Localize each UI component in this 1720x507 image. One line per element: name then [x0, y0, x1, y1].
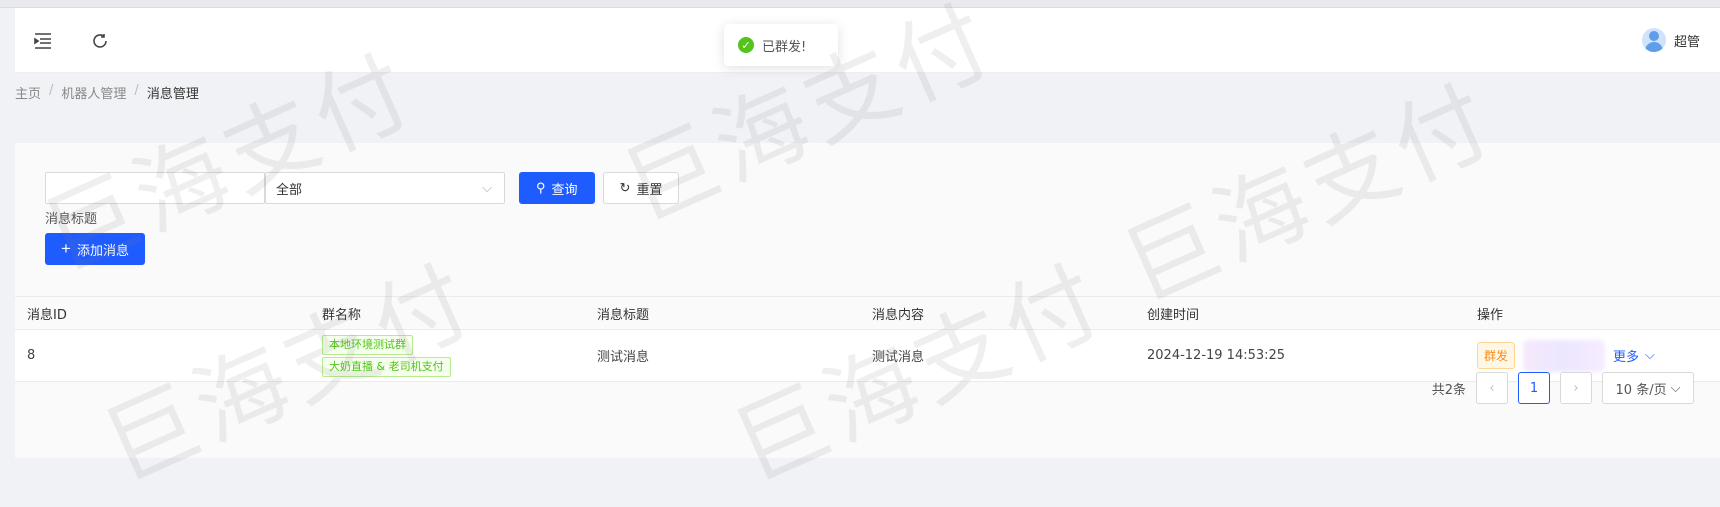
pagination: 共2条 ‹ 1 › 10 条/页 ⌵ [1432, 372, 1694, 404]
search-icon: ⚲ [536, 180, 546, 195]
user-menu[interactable]: 超管 [1641, 28, 1700, 52]
more-label: 更多 [1613, 350, 1640, 365]
user-name: 超管 [1673, 34, 1700, 50]
content-card: 全部 ⌵ ⚲ 查询 ↻ 重置 消息标题 + 添加消息 消息ID 群名称 消息标题… [15, 143, 1720, 458]
top-border [0, 0, 1720, 8]
cell-content: 测试消息 [860, 329, 1135, 382]
total-count: 共2条 [1431, 382, 1466, 398]
add-message-button[interactable]: + 添加消息 [45, 233, 145, 265]
check-circle-icon: ✓ [738, 37, 754, 53]
menu-collapse-icon[interactable] [30, 28, 56, 54]
top-header: 超管 [15, 8, 1720, 73]
breadcrumb: 主页 / 机器人管理 / 消息管理 [15, 83, 199, 102]
message-title-input[interactable] [45, 172, 265, 204]
breadcrumb-separator: / [49, 83, 54, 98]
chevron-down-icon: ⌵ [482, 180, 492, 196]
avatar [1641, 28, 1666, 52]
chevron-down-icon: ⌵ [1645, 348, 1655, 363]
search-form: 全部 ⌵ ⚲ 查询 ↻ 重置 [45, 172, 680, 204]
column-header-content: 消息内容 [860, 296, 1135, 330]
message-table: 消息ID 群名称 消息标题 消息内容 创建时间 操作 8 本地环境测试群 大奶直… [15, 296, 1720, 382]
column-header-actions: 操作 [1465, 296, 1720, 330]
type-select-value: 全部 [276, 182, 303, 198]
page-number-button[interactable]: 1 [1518, 372, 1550, 404]
broadcast-button[interactable]: 群发 [1477, 342, 1516, 369]
column-header-title: 消息标题 [585, 296, 860, 330]
page-size-value: 10 条/页 [1615, 382, 1667, 398]
group-tag: 大奶直播 & 老司机支付 [322, 356, 451, 377]
table-header-row: 消息ID 群名称 消息标题 消息内容 创建时间 操作 [15, 296, 1720, 330]
cell-title: 测试消息 [585, 329, 860, 382]
breadcrumb-current: 消息管理 [146, 87, 199, 102]
add-message-label: 添加消息 [76, 242, 129, 258]
more-dropdown[interactable]: 更多 ⌵ [1613, 346, 1655, 365]
plus-icon: + [61, 239, 71, 258]
toast-message: 已群发! [762, 39, 807, 55]
query-button-label: 查询 [551, 181, 578, 197]
page-size-select[interactable]: 10 条/页 ⌵ [1602, 372, 1694, 404]
refresh-icon: ↻ [619, 180, 631, 195]
refresh-icon[interactable] [87, 28, 113, 54]
group-tag: 本地环境测试群 [322, 334, 413, 355]
message-title-label: 消息标题 [45, 212, 98, 227]
prev-page-button[interactable]: ‹ [1476, 372, 1508, 404]
success-toast: ✓ 已群发! [724, 24, 838, 66]
query-button[interactable]: ⚲ 查询 [519, 172, 595, 204]
column-header-created: 创建时间 [1135, 296, 1465, 330]
cell-created: 2024-12-19 14:53:25 [1135, 329, 1465, 382]
type-select[interactable]: 全部 ⌵ [265, 172, 505, 204]
breadcrumb-robot-management[interactable]: 机器人管理 [61, 83, 126, 102]
cell-groups: 本地环境测试群 大奶直播 & 老司机支付 [310, 329, 585, 382]
reset-button-label: 重置 [636, 181, 663, 197]
breadcrumb-separator: / [134, 83, 139, 98]
reset-button[interactable]: ↻ 重置 [602, 172, 680, 204]
chevron-down-icon: ⌵ [1670, 380, 1681, 396]
column-header-id: 消息ID [15, 296, 310, 330]
column-header-group: 群名称 [310, 296, 585, 330]
breadcrumb-home[interactable]: 主页 [15, 83, 41, 102]
next-page-button[interactable]: › [1560, 372, 1592, 404]
cell-id: 8 [15, 329, 310, 382]
obscured-actions [1523, 339, 1606, 372]
